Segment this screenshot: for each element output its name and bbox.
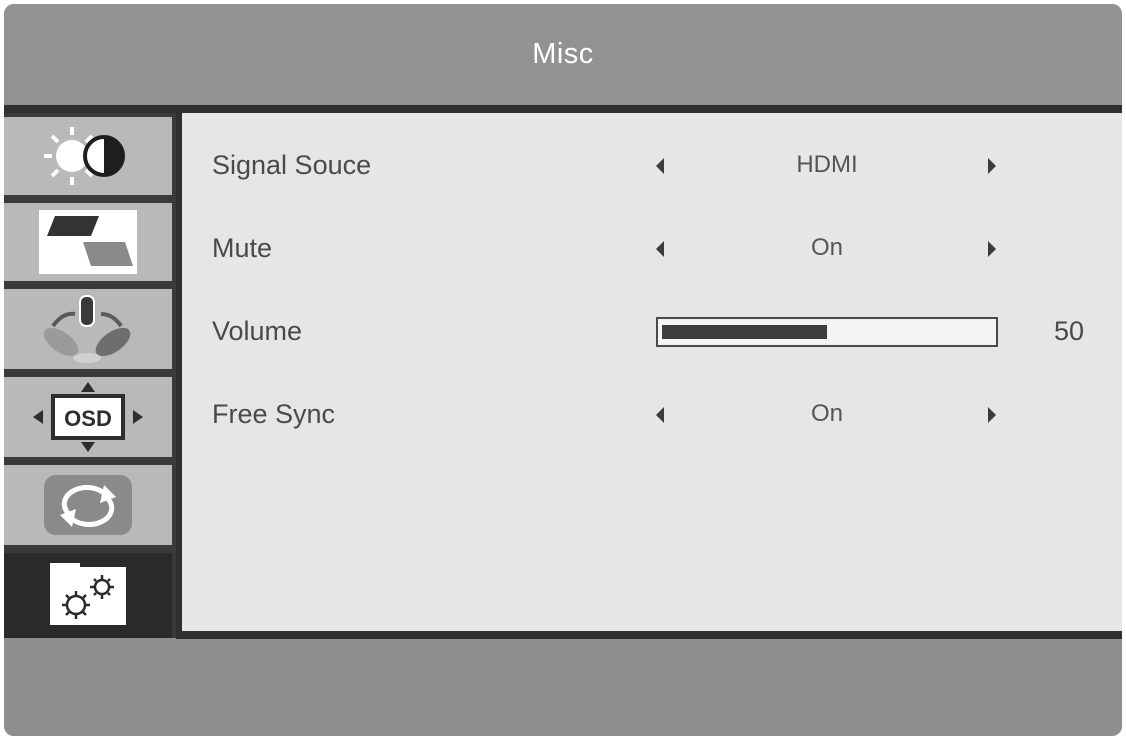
sidebar-item-image[interactable] (4, 203, 172, 281)
setting-row-free-sync[interactable]: Free Sync On (182, 395, 1122, 435)
left-arrow-icon[interactable] (656, 158, 664, 174)
right-arrow-icon[interactable] (988, 407, 996, 423)
menu-title: Misc (532, 37, 594, 70)
menu-footer (4, 639, 1122, 736)
setting-value: On (810, 400, 843, 427)
setting-row-signal-source[interactable]: Signal Souce HDMI (182, 146, 1122, 186)
setting-row-mute[interactable]: Mute On (182, 229, 1122, 269)
osd-icon-label: OSD (64, 406, 112, 431)
osd-icon: OSD (33, 382, 143, 452)
right-arrow-icon[interactable] (988, 158, 996, 174)
sidebar-item-color[interactable] (4, 289, 172, 369)
volume-value: 50 (1054, 316, 1085, 346)
setting-label: Mute (212, 233, 273, 263)
settings-panel: Signal Souce HDMI Mute On Volume 50 Free… (182, 113, 1122, 631)
picture-icon (39, 210, 137, 274)
setting-value: HDMI (796, 151, 858, 178)
color-rgb-icon (43, 295, 131, 363)
volume-slider-fill (662, 325, 827, 339)
volume-slider[interactable] (656, 317, 998, 347)
brightness-contrast-icon (44, 127, 125, 185)
left-arrow-icon[interactable] (656, 407, 664, 423)
header-divider (4, 105, 1122, 113)
gears-icon (50, 562, 126, 625)
sidebar-item-brightness-contrast[interactable] (4, 117, 172, 195)
sidebar-item-osd[interactable]: OSD (4, 377, 172, 457)
category-sidebar: OSD (4, 113, 176, 638)
setting-label: Free Sync (212, 399, 336, 429)
setting-label: Volume (212, 316, 303, 346)
left-arrow-icon[interactable] (656, 241, 664, 257)
menu-header: Misc (4, 4, 1122, 104)
setting-value: On (810, 234, 843, 261)
right-arrow-icon[interactable] (988, 241, 996, 257)
setting-row-volume[interactable]: Volume 50 (182, 312, 1122, 352)
sidebar-item-reset[interactable] (4, 465, 172, 545)
osd-menu-window: Misc OSD Signal Souce HDMI Mute On Volum… (4, 4, 1122, 736)
setting-label: Signal Souce (212, 150, 372, 180)
sidebar-item-misc[interactable] (4, 553, 172, 638)
reset-icon (44, 475, 132, 535)
footer-divider (176, 631, 1122, 639)
